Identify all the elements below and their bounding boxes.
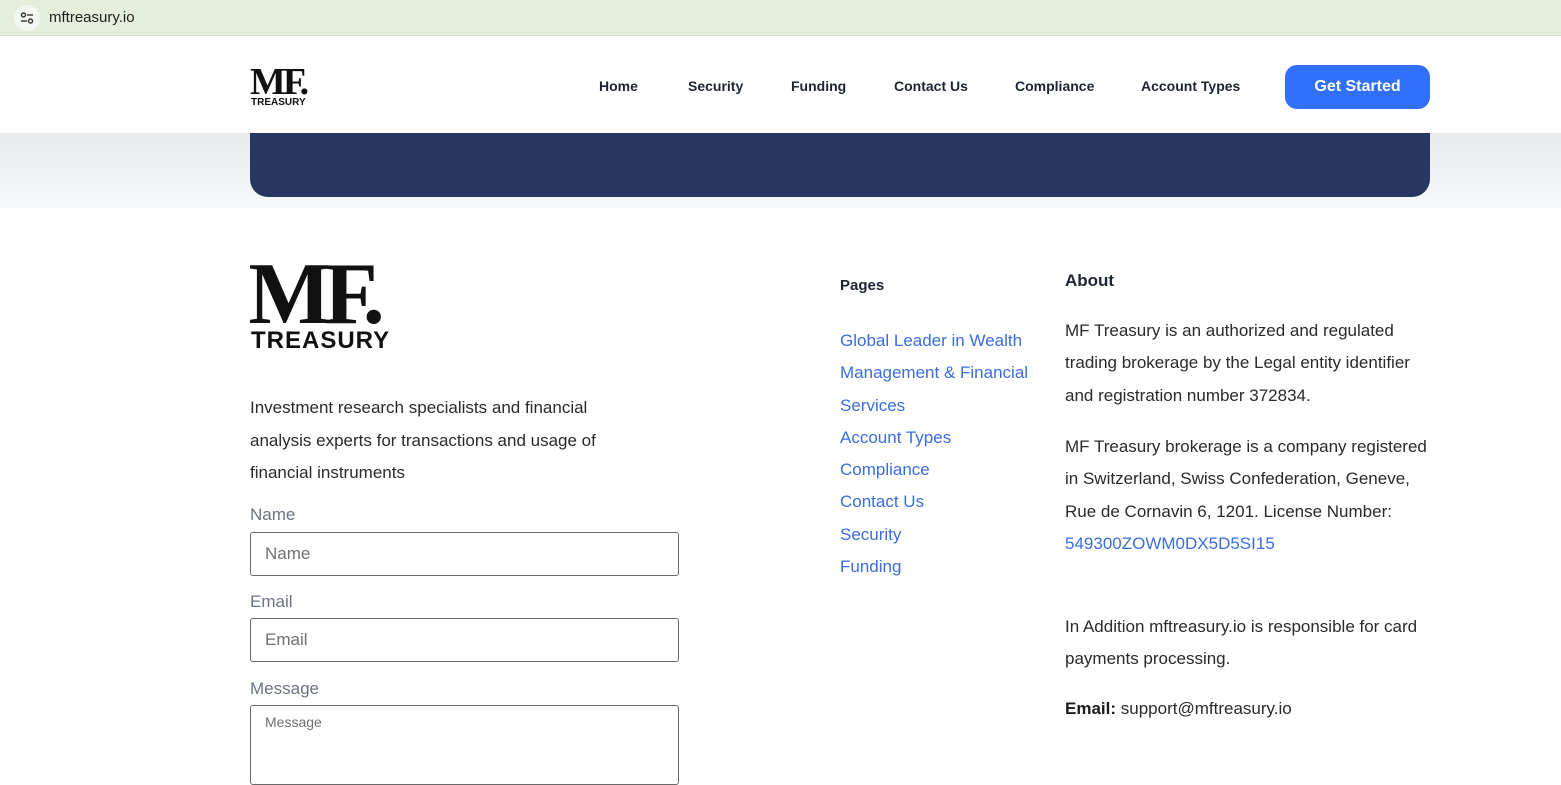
pages-list-item: Contact Us — [840, 486, 1050, 518]
nav-contact-us[interactable]: Contact Us — [894, 78, 968, 94]
pages-list-item: Account Types — [840, 422, 1050, 454]
site-info-icon[interactable] — [14, 5, 40, 31]
name-input[interactable] — [250, 532, 679, 576]
header-logo-word: TREASURY — [251, 97, 306, 107]
header-logo[interactable]: MF. TREASURY — [250, 61, 314, 107]
url-text[interactable]: mftreasury.io — [49, 9, 135, 26]
email-input[interactable] — [250, 618, 679, 662]
page-link-contact-us[interactable]: Contact Us — [840, 486, 1050, 518]
email-label: Email — [250, 592, 293, 611]
about-paragraph-company: MF Treasury brokerage is a company regis… — [1065, 431, 1430, 561]
page-link-funding[interactable]: Funding — [840, 551, 1050, 583]
pages-list-item: Compliance — [840, 454, 1050, 486]
page-link-account-types[interactable]: Account Types — [840, 422, 1050, 454]
footer-logo-word: TREASURY — [251, 327, 390, 351]
nav-funding[interactable]: Funding — [791, 78, 846, 94]
about-paragraph-regulation: MF Treasury is an authorized and regulat… — [1065, 321, 1410, 405]
about-paragraph-payments: In Addition mftreasury.io is responsible… — [1065, 617, 1418, 669]
about-company-text: MF Treasury brokerage is a company regis… — [1065, 437, 1427, 521]
about-title: About — [1065, 271, 1115, 290]
nav-home[interactable]: Home — [599, 78, 638, 94]
pages-list-item: Funding — [840, 551, 1050, 583]
hero-banner-bottom — [250, 133, 1430, 197]
about-email-line: Email: support@mftreasury.io — [1065, 693, 1430, 725]
name-label: Name — [250, 505, 296, 524]
nav-security[interactable]: Security — [688, 78, 743, 94]
support-email[interactable]: support@mftreasury.io — [1121, 699, 1292, 718]
page-link-security[interactable]: Security — [840, 519, 1050, 551]
nav-compliance[interactable]: Compliance — [1015, 78, 1094, 94]
pages-title: Pages — [840, 277, 885, 294]
pages-list-item: Security — [840, 519, 1050, 551]
message-textarea[interactable] — [250, 705, 679, 785]
page-link-global-leader[interactable]: Global Leader in Wealth Management & Fin… — [840, 325, 1050, 422]
license-number-link[interactable]: 549300ZOWM0DX5D5SI15 — [1065, 534, 1275, 553]
email-label-bold: Email: — [1065, 699, 1117, 718]
nav-account-types[interactable]: Account Types — [1141, 78, 1240, 94]
pages-list: Global Leader in Wealth Management & Fin… — [840, 325, 1050, 583]
get-started-button[interactable]: Get Started — [1285, 65, 1430, 109]
browser-address-bar: mftreasury.io — [0, 0, 1561, 36]
footer-logo: MF. TREASURY — [250, 247, 390, 351]
site-header: MF. TREASURY Home Security Funding Conta… — [0, 41, 1561, 133]
pages-list-item: Global Leader in Wealth Management & Fin… — [840, 325, 1050, 422]
message-label: Message — [250, 679, 319, 698]
page-link-compliance[interactable]: Compliance — [840, 454, 1050, 486]
footer-description: Investment research specialists and fina… — [250, 398, 596, 482]
